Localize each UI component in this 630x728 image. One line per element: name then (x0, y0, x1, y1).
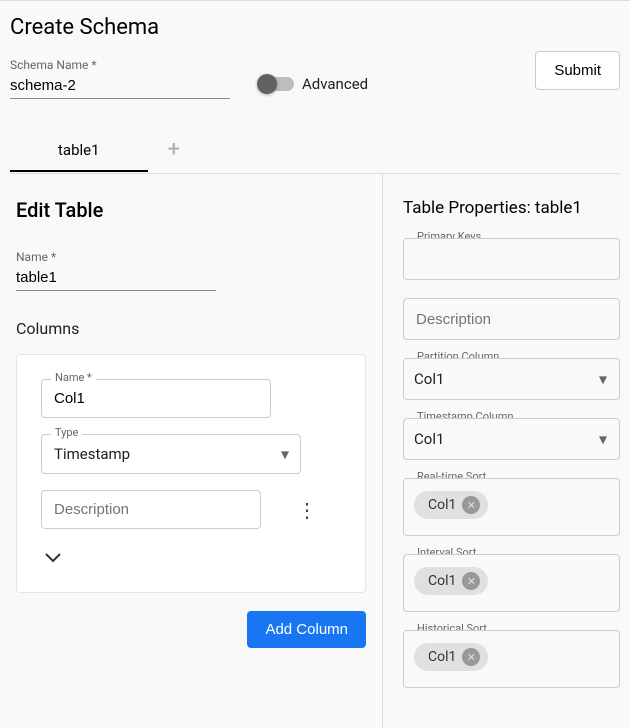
column-card: Name * Type Timestamp ▾ ⋮ (16, 354, 366, 593)
close-icon: ✕ (467, 576, 476, 587)
chip-label: Col1 (428, 573, 456, 589)
realtime-sort-box[interactable]: Col1 ✕ (403, 478, 620, 536)
chevron-down-icon (45, 553, 61, 563)
interval-sort-box[interactable]: Col1 ✕ (403, 554, 620, 612)
add-column-button[interactable]: Add Column (247, 611, 366, 648)
timestamp-column-select[interactable]: Col1 ▾ (403, 418, 620, 460)
column-name-label: Name * (51, 371, 96, 384)
schema-name-field: Schema Name * (10, 58, 230, 99)
timestamp-column-value: Col1 (414, 430, 444, 448)
table-properties-heading: Table Properties: table1 (403, 198, 620, 218)
table-name-label: Name * (16, 250, 216, 264)
edit-table-heading: Edit Table (16, 198, 366, 222)
column-type-select[interactable]: Timestamp (41, 434, 301, 474)
schema-name-input[interactable] (10, 75, 230, 99)
chip-label: Col1 (428, 497, 456, 513)
column-type-value: Timestamp (54, 445, 130, 463)
column-description-input[interactable] (41, 490, 261, 529)
kebab-icon: ⋮ (297, 498, 317, 522)
historical-sort-box[interactable]: Col1 ✕ (403, 630, 620, 688)
chip: Col1 ✕ (414, 643, 488, 671)
column-menu-button[interactable]: ⋮ (297, 504, 317, 516)
page-title: Create Schema (10, 15, 620, 40)
table-name-input[interactable] (16, 267, 216, 291)
columns-heading: Columns (16, 319, 366, 338)
primary-keys-input[interactable] (403, 238, 620, 280)
table-description-field[interactable] (414, 310, 617, 329)
chip-label: Col1 (428, 649, 456, 665)
partition-column-value: Col1 (414, 370, 444, 388)
plus-icon: + (168, 137, 180, 162)
tabs-bar: table1 + (10, 127, 620, 174)
close-icon: ✕ (467, 500, 476, 511)
advanced-toggle[interactable] (260, 77, 294, 91)
schema-name-label: Schema Name * (10, 58, 230, 72)
close-icon: ✕ (467, 652, 476, 663)
add-tab-button[interactable]: + (148, 127, 200, 173)
chip: Col1 ✕ (414, 567, 488, 595)
chevron-down-icon: ▾ (599, 430, 607, 449)
column-name-input[interactable] (41, 379, 271, 418)
chevron-down-icon: ▾ (599, 370, 607, 389)
column-type-label: Type (51, 426, 82, 439)
table-description-input[interactable] (403, 298, 620, 340)
partition-column-select[interactable]: Col1 ▾ (403, 358, 620, 400)
submit-button[interactable]: Submit (535, 51, 620, 90)
chip-remove-button[interactable]: ✕ (462, 572, 480, 590)
chip-remove-button[interactable]: ✕ (462, 496, 480, 514)
chip-remove-button[interactable]: ✕ (462, 648, 480, 666)
chip: Col1 ✕ (414, 491, 488, 519)
tab-table1[interactable]: table1 (10, 129, 148, 171)
table-name-field: Name * (16, 250, 216, 291)
advanced-label: Advanced (302, 75, 368, 93)
column-expand-button[interactable] (41, 541, 341, 574)
toggle-knob-icon (257, 74, 277, 94)
